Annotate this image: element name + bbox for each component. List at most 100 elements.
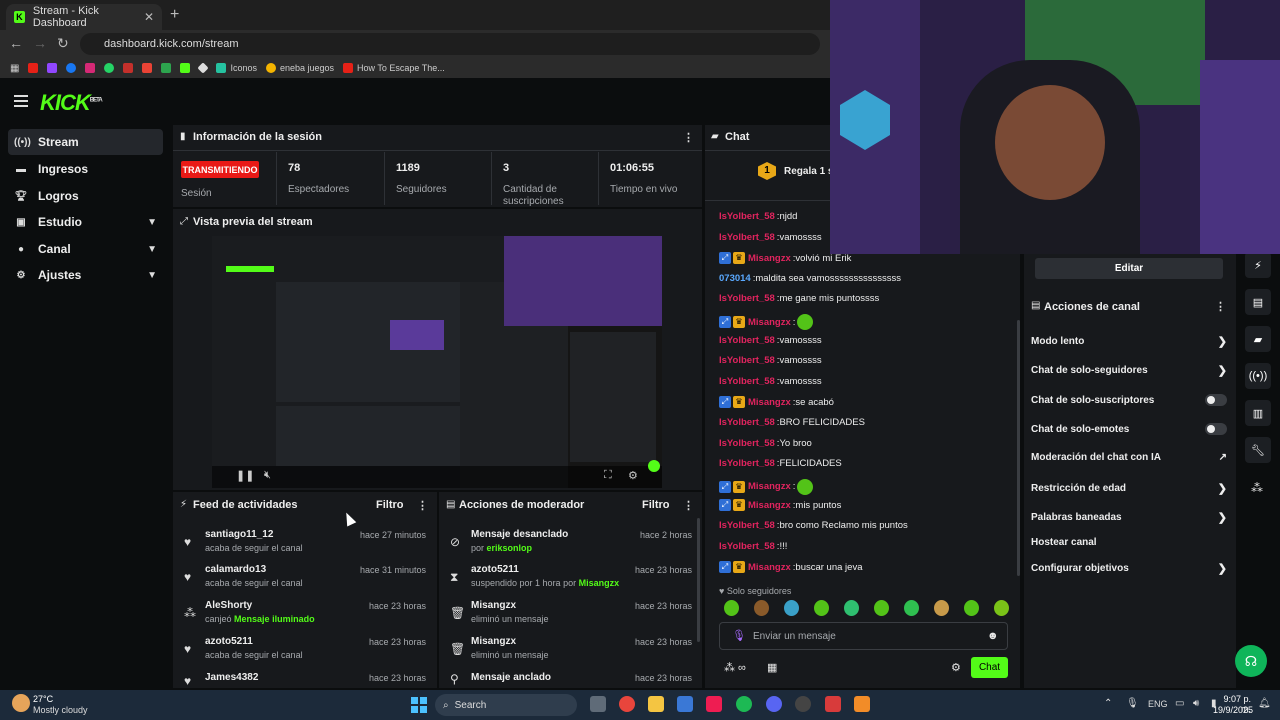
chat-message[interactable]: IsYolbert_58: !!! <box>719 541 787 552</box>
chat-username[interactable]: IsYolbert_58 <box>719 211 775 222</box>
bookmark-eneba[interactable]: eneba juegos <box>265 63 334 73</box>
action-solo-seguidores[interactable]: Chat de solo-seguidores ❯ <box>1031 364 1227 377</box>
document-icon[interactable]: ▤ <box>1245 289 1271 315</box>
taskbar-search[interactable]: ⌕ Search <box>435 694 577 716</box>
chat-message[interactable]: ⤢ ♛ Misangzx: <box>719 478 814 495</box>
wrench-icon[interactable]: 🔧︎ <box>1245 437 1271 463</box>
moderator-item[interactable]: ⧗ azoto5211 suspendido por 1 hora por Mi… <box>446 564 696 598</box>
chat-username[interactable]: IsYolbert_58 <box>719 417 775 428</box>
whatsapp-bookmark-icon[interactable] <box>104 63 115 73</box>
action-moderacion-ia[interactable]: Moderación del chat con IA ↗ <box>1031 452 1227 463</box>
chat-username[interactable]: Misangzx <box>748 253 791 264</box>
chat-username[interactable]: Misangzx <box>748 481 791 492</box>
gear-icon[interactable]: ⚙ <box>628 469 638 482</box>
sidebar-item-ingresos[interactable]: ▬ Ingresos <box>8 156 163 182</box>
chat-username[interactable]: IsYolbert_58 <box>719 520 775 531</box>
notifications-icon[interactable]: 🔔︎ <box>1258 698 1271 709</box>
twitch-bookmark-icon[interactable] <box>47 63 58 73</box>
moderator-menu-icon[interactable]: ⋮ <box>683 499 694 512</box>
chat-message[interactable]: IsYolbert_58: vamossss <box>719 335 822 346</box>
chat-scrollbar[interactable] <box>1017 320 1020 576</box>
action-solo-suscriptores[interactable]: Chat de solo-suscriptores <box>1031 394 1227 406</box>
moderator-item[interactable]: 🗑︎ Misangzx eliminó un mensaje hace 23 h… <box>446 636 696 670</box>
chat-message[interactable]: IsYolbert_58: bro como Reclamo mis punto… <box>719 520 908 531</box>
microphone-icon[interactable]: 🎙︎ <box>1126 698 1139 709</box>
apps-grid-icon[interactable]: ▦ <box>10 63 19 74</box>
subscribers-only-toggle[interactable] <box>1205 394 1227 406</box>
sidebar-item-logros[interactable]: 🏆︎ Logros <box>8 183 163 209</box>
microphone-icon[interactable]: 🎙︎ <box>732 629 746 642</box>
chat-username[interactable]: IsYolbert_58 <box>719 458 775 469</box>
scrollbar[interactable] <box>697 518 700 642</box>
reload-icon[interactable]: ↻ <box>57 35 69 52</box>
action-hostear-canal[interactable]: Hostear canal <box>1031 537 1227 548</box>
chat-message[interactable]: ⤢ ♛ Misangzx: buscar una jeva <box>719 561 862 574</box>
chat-username[interactable]: Misangzx <box>748 397 791 408</box>
url-field[interactable]: dashboard.kick.com/stream <box>80 33 820 55</box>
chat-message[interactable]: IsYolbert_58: njdd <box>719 211 797 222</box>
mute-icon[interactable]: 🔇︎ <box>264 469 271 482</box>
kick-bookmark-icon[interactable] <box>180 63 191 73</box>
chat-username[interactable]: 073014 <box>719 273 751 284</box>
emote-icon[interactable] <box>964 600 979 616</box>
pause-icon[interactable]: ❚❚ <box>236 469 254 482</box>
forward-icon[interactable]: → <box>33 35 47 51</box>
chat-username[interactable]: Misangzx <box>748 500 791 511</box>
weather-icon[interactable] <box>12 694 30 712</box>
chat-message[interactable]: ⤢ ♛ Misangzx: <box>719 314 814 330</box>
chat-username[interactable]: IsYolbert_58 <box>719 293 775 304</box>
feed-item[interactable]: ♥ santiago11_12 acaba de seguir el canal… <box>180 529 432 563</box>
chat-message[interactable]: 073014: maldita sea vamosssssssssssssss <box>719 273 901 284</box>
chat-username[interactable]: Misangzx <box>748 317 791 328</box>
app-icon[interactable] <box>825 696 841 712</box>
chat-message[interactable]: IsYolbert_58: vamossss <box>719 355 822 366</box>
emote-icon[interactable] <box>904 600 919 616</box>
emote-icon[interactable] <box>874 600 889 616</box>
feed-item[interactable]: ♥ calamardo13 acaba de seguir el canal h… <box>180 564 432 598</box>
emote-icon[interactable] <box>814 600 829 616</box>
chat-username[interactable]: Misangzx <box>748 562 791 573</box>
support-headset-icon[interactable]: ☊ <box>1235 645 1267 677</box>
broadcast-icon[interactable]: ((•)) <box>1245 363 1271 389</box>
discord-icon[interactable] <box>766 696 782 712</box>
chat-bubble-icon[interactable]: ▰ <box>1245 326 1271 352</box>
file-explorer-icon[interactable] <box>648 696 664 712</box>
facebook-bookmark-icon[interactable] <box>66 63 77 73</box>
feed-menu-icon[interactable]: ⋮ <box>417 499 428 512</box>
chat-message[interactable]: IsYolbert_58: vamossss <box>719 232 822 243</box>
emoji-icon[interactable]: ☻ <box>987 630 999 642</box>
bookmark-icon[interactable] <box>123 63 134 73</box>
session-menu-icon[interactable]: ⋮ <box>683 131 694 144</box>
moderator-item[interactable]: ⊘ Mensaje desanclado por eriksonlop hace… <box>446 529 696 563</box>
stream-preview-video[interactable]: ❚❚ 🔇︎ ⛶ ⚙ <box>212 236 662 488</box>
feed-filter-button[interactable]: Filtro <box>376 499 404 511</box>
printer-icon[interactable]: ▥ <box>1245 400 1271 426</box>
chat-username[interactable]: IsYolbert_58 <box>719 355 775 366</box>
chat-username[interactable]: IsYolbert_58 <box>719 541 775 552</box>
tiktok-icon[interactable] <box>706 696 722 712</box>
action-configurar-objetivos[interactable]: Configurar objetivos ❯ <box>1031 562 1227 575</box>
action-solo-emotes[interactable]: Chat de solo-emotes <box>1031 423 1227 435</box>
bookmark-iconos[interactable]: Iconos <box>216 63 257 73</box>
chat-message[interactable]: IsYolbert_58: Yo broo <box>719 438 812 449</box>
instagram-bookmark-icon[interactable] <box>85 63 96 73</box>
close-tab-icon[interactable]: ✕ <box>144 10 154 24</box>
gmail-bookmark-icon[interactable] <box>142 63 153 73</box>
chat-username[interactable]: IsYolbert_58 <box>719 376 775 387</box>
chat-username[interactable]: IsYolbert_58 <box>719 232 775 243</box>
moderator-item[interactable]: ⚲ Mensaje anclado hace 23 horas <box>446 672 696 686</box>
chat-message[interactable]: IsYolbert_58: vamossss <box>719 376 822 387</box>
youtube-bookmark-icon[interactable] <box>28 63 39 73</box>
weather-temp[interactable]: 27°C <box>33 694 53 704</box>
sidebar-item-ajustes[interactable]: ⚙ Ajustes ▼ <box>8 262 163 288</box>
sidebar-item-stream[interactable]: ((•)) Stream <box>8 129 163 155</box>
sidebar-item-canal[interactable]: ● Canal ▼ <box>8 236 163 262</box>
spotify-icon[interactable] <box>736 696 752 712</box>
emote-icon[interactable] <box>784 600 799 616</box>
action-restriccion-edad[interactable]: Restricción de edad ❯ <box>1031 482 1227 495</box>
hamburger-menu-icon[interactable] <box>14 95 28 107</box>
feed-item[interactable]: ⁂ AleShorty canjeó Mensaje iluminado hac… <box>180 600 432 634</box>
clock-date[interactable]: 19/9/2025 <box>1213 705 1253 715</box>
chrome-icon[interactable] <box>619 696 635 712</box>
language-indicator[interactable]: ENG <box>1148 699 1168 709</box>
